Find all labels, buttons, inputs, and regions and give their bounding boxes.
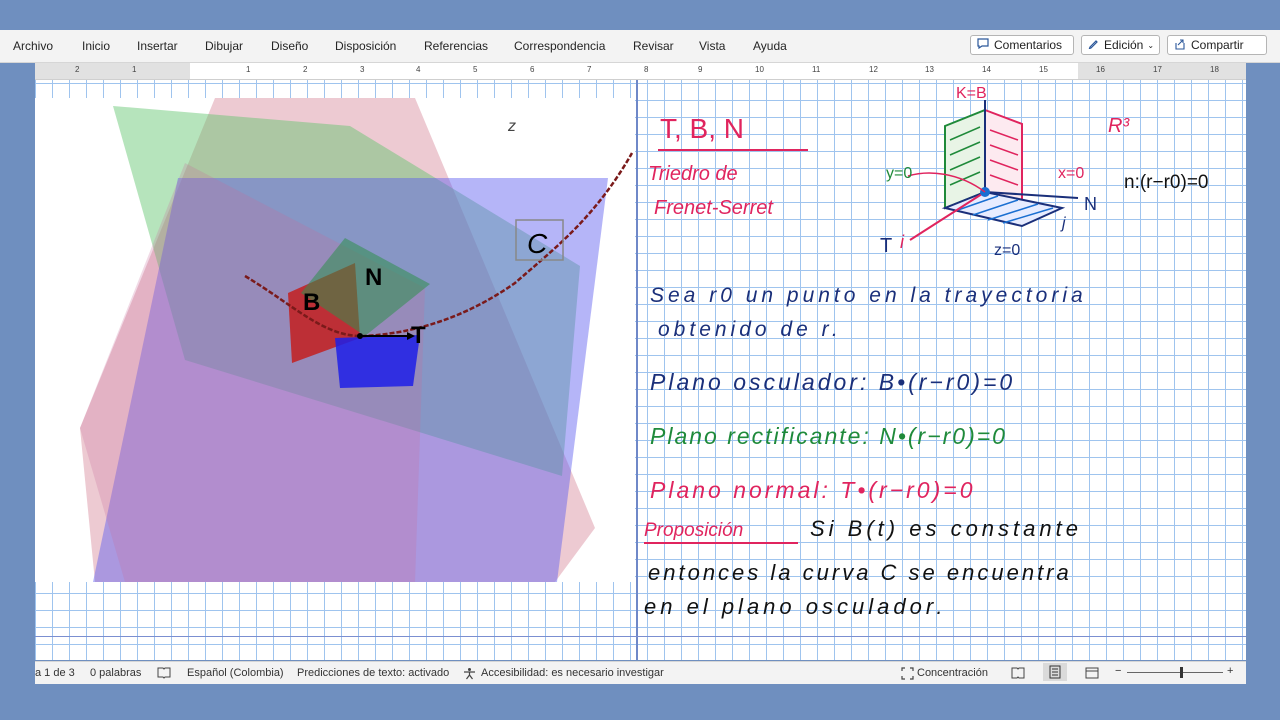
notes-subtitle-1: Triedro de <box>648 163 738 185</box>
axes-diagram: K=B R³ y=0 x=0 N T i z=0 j <box>880 85 1130 259</box>
ruler-left-margin <box>35 63 190 79</box>
diagram-label-i: i <box>900 232 905 252</box>
ruler-number: 17 <box>1153 65 1162 74</box>
comments-button[interactable]: Comentarios <box>970 35 1074 55</box>
figure-label-N: N <box>365 264 382 291</box>
ribbon-menu-bar: Archivo Inicio Insertar Dibujar Diseño D… <box>0 30 1280 63</box>
figure-label-C: C <box>527 228 548 259</box>
pencil-icon <box>1088 38 1099 52</box>
menu-insertar[interactable]: Insertar <box>137 39 178 53</box>
diagram-label-kb: K=B <box>956 85 987 102</box>
ruler-number: 2 <box>75 65 80 74</box>
notes-line-2: obtenido de r. <box>658 318 842 341</box>
ruler-number: 5 <box>473 65 478 74</box>
plano-normal: Plano normal: T•(r−r0)=0 <box>650 477 975 503</box>
menu-vista[interactable]: Vista <box>699 39 725 53</box>
status-focus[interactable]: Concentración <box>917 667 988 679</box>
ruler-number: 9 <box>698 65 703 74</box>
window-left-margin <box>0 63 35 683</box>
accessibility-icon[interactable] <box>463 667 476 683</box>
menu-referencias[interactable]: Referencias <box>424 39 488 53</box>
diagram-label-t: T <box>880 235 892 257</box>
zoom-slider-thumb[interactable] <box>1180 667 1183 678</box>
share-button[interactable]: Compartir <box>1167 35 1267 55</box>
proposition-line-2: entonces la curva C se encuentra <box>648 560 1072 585</box>
menu-revisar[interactable]: Revisar <box>633 39 674 53</box>
proposition-line-1: Si B(t) es constante <box>810 516 1082 541</box>
menu-disposicion[interactable]: Disposición <box>335 39 396 53</box>
ruler-number: 11 <box>812 65 821 74</box>
window-top-strip <box>0 0 1280 30</box>
figure-label-T: T <box>411 322 426 349</box>
ruler-number: 2 <box>303 65 308 74</box>
diagram-label-j: j <box>1060 215 1066 232</box>
spellcheck-book-icon[interactable] <box>157 667 171 682</box>
document-page[interactable]: z C N B T T, B, N Triedro de Frenet-Serr… <box>35 80 1246 660</box>
status-text-predictions[interactable]: Predicciones de texto: activado <box>297 667 449 679</box>
plane-equation: n:(r−r0)=0 <box>1124 172 1208 193</box>
ruler-number: 15 <box>1039 65 1048 74</box>
print-layout-icon[interactable] <box>1043 663 1067 681</box>
horizontal-ruler[interactable]: 2 1 1 2 3 4 5 6 7 8 9 10 11 12 13 14 15 … <box>35 63 1246 80</box>
menu-archivo[interactable]: Archivo <box>13 39 53 53</box>
menu-inicio[interactable]: Inicio <box>82 39 110 53</box>
menu-diseno[interactable]: Diseño <box>271 39 308 53</box>
editing-mode-button[interactable]: Edición ⌄ <box>1081 35 1160 55</box>
share-icon <box>1174 38 1186 53</box>
diagram-label-z0: z=0 <box>994 242 1020 259</box>
ruler-number: 18 <box>1210 65 1219 74</box>
zoom-slider-track[interactable] <box>1127 672 1223 673</box>
notes-line-1: Sea r0 un punto en la trayectoria <box>650 284 1087 307</box>
status-word-count[interactable]: 0 palabras <box>90 667 141 679</box>
curve-point <box>357 333 363 339</box>
diagram-label-r3: R³ <box>1108 115 1130 137</box>
proposicion-label: Proposición <box>644 520 743 541</box>
ruler-number: 4 <box>416 65 421 74</box>
handwritten-notes: T, B, N Triedro de Frenet-Serret K=B R³ … <box>644 85 1208 619</box>
comment-icon <box>977 38 989 52</box>
diagram-label-x0: x=0 <box>1058 165 1084 182</box>
ruler-number: 1 <box>246 65 251 74</box>
chevron-down-icon: ⌄ <box>1147 40 1155 50</box>
menu-correspondencia[interactable]: Correspondencia <box>514 39 605 53</box>
menu-ayuda[interactable]: Ayuda <box>753 39 787 53</box>
proposition-line-3: en el plano osculador. <box>644 594 946 619</box>
diagram-label-y0: y=0 <box>886 165 912 182</box>
diagram-label-n: N <box>1084 194 1097 214</box>
ruler-number: 7 <box>587 65 592 74</box>
status-bar: a 1 de 3 0 palabras Español (Colombia) P… <box>35 661 1246 684</box>
ruler-number: 12 <box>869 65 878 74</box>
menu-dibujar[interactable]: Dibujar <box>205 39 243 53</box>
blue-cube-face <box>335 335 420 388</box>
ruler-number: 10 <box>755 65 764 74</box>
editing-label: Edición <box>1104 38 1144 52</box>
plano-rectificante: Plano rectificante: N•(r−r0)=0 <box>650 423 1007 449</box>
status-accessibility[interactable]: Accesibilidad: es necesario investigar <box>481 667 664 679</box>
ruler-number: 16 <box>1096 65 1105 74</box>
zoom-out-button[interactable]: − <box>1115 665 1121 677</box>
ruler-number: 3 <box>360 65 365 74</box>
notes-subtitle-2: Frenet-Serret <box>654 197 774 219</box>
window-right-margin <box>1246 63 1280 683</box>
status-page-count[interactable]: a 1 de 3 <box>35 667 75 679</box>
ruler-number: 14 <box>982 65 991 74</box>
ruler-number: 8 <box>644 65 649 74</box>
focus-mode-icon[interactable] <box>901 667 914 683</box>
comments-label: Comentarios <box>994 38 1063 52</box>
figure-label-z: z <box>507 118 516 135</box>
figure-label-B: B <box>303 289 320 316</box>
web-layout-icon[interactable] <box>1085 667 1099 682</box>
read-mode-icon[interactable] <box>1011 667 1025 682</box>
ruler-number: 13 <box>925 65 934 74</box>
status-language[interactable]: Español (Colombia) <box>187 667 284 679</box>
ruler-number: 6 <box>530 65 535 74</box>
share-label: Compartir <box>1191 38 1244 52</box>
window-bottom-strip <box>0 684 1280 720</box>
zoom-in-button[interactable]: + <box>1227 665 1233 677</box>
ruler-number: 1 <box>132 65 137 74</box>
notes-title: T, B, N <box>660 113 744 144</box>
plano-osculador: Plano osculador: B•(r−r0)=0 <box>650 369 1015 395</box>
frenet-3d-figure: z C N B T <box>35 98 635 582</box>
